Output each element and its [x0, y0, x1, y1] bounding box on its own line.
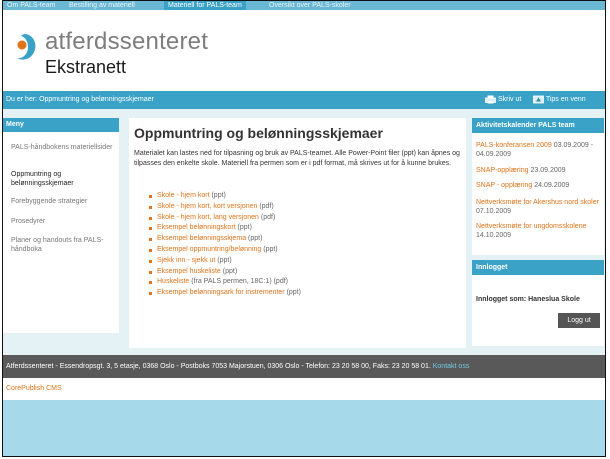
file-type: (ppt) — [246, 235, 263, 243]
contact-link[interactable]: Kontakt oss — [433, 363, 470, 370]
file-type: (pdf) — [258, 213, 276, 221]
calendar-heading: Aktivitetskalender PALS team — [472, 118, 604, 133]
file-type: (ppt) — [215, 256, 232, 264]
breadcrumb: Du er her: Oppmuntring og belønningsskje… — [6, 91, 154, 109]
download-link[interactable]: Skole - hjem kort — [157, 192, 210, 199]
login-panel: Innlogget Innlogget som: Haneslua Skole … — [472, 260, 604, 346]
tip-friend-label: Tips en venn — [545, 96, 586, 103]
site-header: atferdssenteret Ekstranett — [3, 10, 605, 91]
list-item: Skole - hjem kort, lang versjonen (pdf) — [149, 213, 301, 224]
tip-friend-icon — [533, 95, 544, 104]
list-item: Skole - hjem kort, kort versjonen (pdf) — [149, 202, 301, 213]
download-link[interactable]: Eksempel huskeliste — [157, 268, 221, 275]
calendar-event-link[interactable]: PALS-konferansen 2009 — [476, 142, 552, 149]
breadcrumb-prefix: Du er her: — [6, 96, 40, 103]
file-type: (ppt) — [284, 289, 301, 297]
download-link[interactable]: Eksempel oppmuntring/belønning — [157, 246, 261, 253]
intro-paragraph: Materialet kan lastes ned for tilpasning… — [134, 150, 460, 167]
file-type: (ppt) — [209, 192, 226, 199]
download-link[interactable]: Skole - hjem kort, lang versjonen — [157, 214, 259, 221]
sidebar-menu: Meny PALS-håndbokens materiellsider Oppm… — [3, 118, 119, 333]
cms-link[interactable]: CorePublish CMS — [6, 378, 62, 400]
calendar-item: SNAP - opplæring 24.09.2009 — [476, 182, 602, 191]
file-type: (pdf) — [257, 202, 274, 210]
file-type: (ppt) — [220, 267, 238, 275]
list-item: Sjekk inn - sjekk ut (ppt) — [149, 256, 301, 267]
sidebar-item-prosedyrer[interactable]: Prosedyrer — [11, 218, 113, 227]
sidebar-item-materiellsider[interactable]: PALS-håndbokens materiellsider — [11, 144, 113, 153]
calendar-event-link[interactable]: SNAP - opplæring — [476, 182, 532, 189]
file-type: (ppt) — [261, 245, 278, 253]
footer-address-text: Atferdssenteret - Essendropsgt. 3, 5 eta… — [6, 363, 431, 370]
calendar-event-link[interactable]: Nettverksmøte for Akershus nord skoler — [476, 199, 599, 206]
atferdssenteret-logo-icon[interactable] — [13, 32, 39, 64]
topnav-bestilling[interactable]: Bestilling av materiell — [69, 1, 135, 10]
breadcrumb-bar: Du er her: Oppmuntring og belønningsskje… — [3, 91, 605, 109]
cms-footer: CorePublish CMS — [3, 378, 605, 400]
calendar-date: 14.10.2009 — [476, 231, 512, 239]
list-item: Eksempel belønningskort (ppt) — [149, 223, 301, 234]
file-type: (ppt) — [235, 224, 252, 232]
topnav-oversikt-skoler[interactable]: Oversikt over PALS-skoler — [269, 1, 351, 10]
calendar-item: Nettverksmøte for ungdomsskolene 14.10.2… — [476, 223, 602, 240]
site-footer: Atferdssenteret - Essendropsgt. 3, 5 eta… — [3, 355, 605, 378]
content-area: Meny PALS-håndbokens materiellsider Oppm… — [3, 109, 605, 355]
calendar-date: 23.09.2009 — [528, 167, 566, 174]
download-link[interactable]: Eksempel belønningsark for instrementer — [157, 289, 285, 296]
list-item: Eksempel belønningsskjema (ppt) — [149, 234, 301, 245]
list-item: Eksempel belønningsark for instrementer … — [149, 288, 301, 299]
calendar-item: SNAP-opplæring 23.09.2009 — [476, 167, 602, 176]
calendar-event-link[interactable]: SNAP-opplæring — [476, 167, 529, 174]
calendar-item: PALS-konferansen 2009 03.09.2009 - 04.09… — [476, 142, 602, 159]
login-status: Innlogget som: Haneslua Skole — [476, 296, 580, 303]
download-link[interactable]: Eksempel belønningsskjema — [157, 235, 246, 242]
sidebar-heading: Meny — [3, 118, 119, 132]
tip-friend-button[interactable]: Tips en venn — [533, 94, 586, 106]
activity-calendar-panel: Aktivitetskalender PALS team PALS-konfer… — [472, 118, 604, 255]
sidebar-item-forebyggende[interactable]: Forebyggende strategier — [11, 198, 113, 207]
page-title: Oppmuntring og belønningsskjemaer — [134, 125, 383, 141]
topnav-om-pals-team[interactable]: Om PALS-team — [7, 1, 56, 10]
list-item: Skole - hjem kort (ppt) — [149, 191, 301, 202]
footer-address: Atferdssenteret - Essendropsgt. 3, 5 eta… — [6, 355, 469, 378]
print-button[interactable]: Skriv ut — [485, 94, 521, 106]
list-item: Eksempel oppmuntring/belønning (ppt) — [149, 245, 301, 256]
list-item: Huskeliste (fra PALS permen, 18C:1) (pdf… — [149, 277, 301, 288]
download-link[interactable]: Skole - hjem kort, kort versjonen — [157, 203, 257, 210]
calendar-date: 07.10.2009 — [476, 207, 512, 215]
list-item: Eksempel huskeliste (ppt) — [149, 267, 301, 278]
logout-button[interactable]: Logg ut — [558, 313, 600, 328]
topnav-materiell[interactable]: Materiell for PALS-team — [164, 1, 246, 10]
login-heading: Innlogget — [472, 260, 604, 275]
sidebar-item-oppmuntring[interactable]: Oppmuntring og belønningsskjemaer — [11, 171, 113, 188]
print-label: Skriv ut — [497, 96, 522, 103]
calendar-item: Nettverksmøte for Akershus nord skoler 0… — [476, 199, 602, 216]
main-content: Oppmuntring og belønningsskjemaer Materi… — [129, 118, 466, 348]
calendar-date: 24.09.2009 — [532, 182, 570, 189]
download-link-list: Skole - hjem kort (ppt) Skole - hjem kor… — [149, 191, 301, 299]
download-link[interactable]: Huskeliste — [157, 278, 189, 285]
site-subtitle: Ekstranett — [45, 57, 127, 77]
sidebar-item-planer-handouts[interactable]: Planer og handouts fra PALS-håndboka — [11, 237, 113, 254]
calendar-event-link[interactable]: Nettverksmøte for ungdomsskolene — [476, 223, 587, 230]
download-link[interactable]: Sjekk inn - sjekk ut — [157, 257, 215, 264]
breadcrumb-current-link[interactable]: Oppmuntring og belønningsskjemaer — [39, 96, 154, 103]
top-navigation: Om PALS-team Bestilling av materiell Mat… — [3, 1, 605, 10]
download-link[interactable]: Eksempel belønningskort — [157, 224, 236, 231]
file-type: (fra PALS permen, 18C:1) (pdf) — [189, 278, 288, 286]
brand-name: atferdssenteret — [45, 28, 209, 55]
browser-frame: Om PALS-team Bestilling av materiell Mat… — [2, 0, 606, 457]
printer-icon — [485, 95, 496, 104]
